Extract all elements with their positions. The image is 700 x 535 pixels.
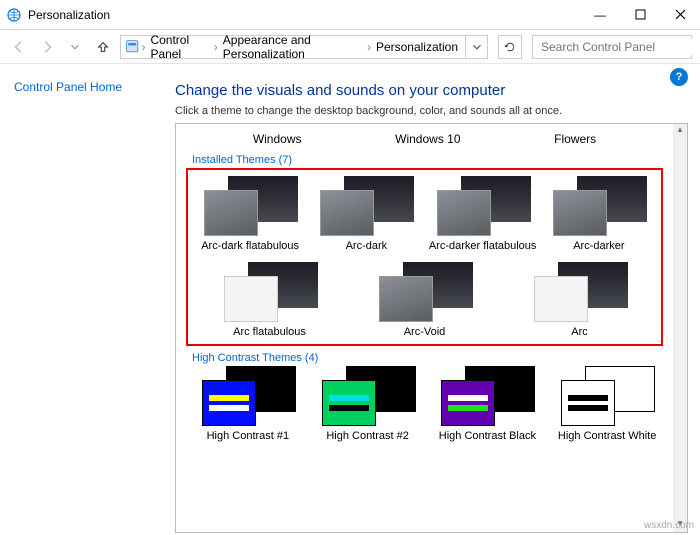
- close-button[interactable]: [660, 0, 700, 30]
- chevron-right-icon: ›: [141, 40, 145, 54]
- page-subtitle: Click a theme to change the desktop back…: [175, 105, 688, 117]
- page-title: Change the visuals and sounds on your co…: [175, 82, 688, 99]
- hc-theme-item[interactable]: High Contrast White: [551, 366, 663, 442]
- highlighted-themes-box: Arc-dark flatabulous Arc-dark Arc-darker f…: [186, 168, 663, 346]
- breadcrumb[interactable]: Control Panel: [147, 33, 211, 61]
- theme-thumb: [530, 262, 630, 322]
- hc-themes-label: High Contrast Themes (4): [192, 352, 673, 364]
- theme-item[interactable]: Arc-darker: [545, 176, 653, 252]
- scrollbar[interactable]: ▴ ▾: [673, 124, 687, 532]
- hc-theme-name: High Contrast #1: [207, 430, 290, 442]
- installed-themes-label: Installed Themes (7): [192, 154, 673, 166]
- minimize-button[interactable]: —: [580, 0, 620, 30]
- sidebar: Control Panel Home: [0, 64, 175, 535]
- watermark: wsxdn.com: [644, 520, 694, 531]
- theme-thumb: [375, 262, 475, 322]
- theme-name: Arc-dark: [346, 240, 388, 252]
- control-panel-icon: [125, 38, 139, 56]
- theme-item[interactable]: Arc-Void: [351, 262, 498, 338]
- back-button[interactable]: [8, 36, 30, 58]
- theme-name: Arc-Void: [404, 326, 446, 338]
- titlebar: Personalization —: [0, 0, 700, 30]
- hc-theme-name: High Contrast Black: [439, 430, 536, 442]
- theme-name: Arc-darker: [573, 240, 624, 252]
- theme-thumb: [549, 176, 649, 236]
- maximize-button[interactable]: [620, 0, 660, 30]
- category-windows[interactable]: Windows: [249, 130, 306, 148]
- navbar: › Control Panel › Appearance and Persona…: [0, 30, 700, 64]
- themes-pane: Windows Windows 10 Flowers Installed The…: [175, 123, 688, 533]
- search-box[interactable]: [532, 35, 692, 59]
- theme-thumb: [316, 176, 416, 236]
- theme-item[interactable]: Arc flatabulous: [196, 262, 343, 338]
- theme-name: Arc-dark flatabulous: [201, 240, 299, 252]
- category-flowers[interactable]: Flowers: [550, 130, 600, 148]
- hc-thumb: [318, 366, 418, 426]
- control-panel-home-link[interactable]: Control Panel Home: [14, 80, 122, 94]
- help-icon[interactable]: ?: [670, 68, 688, 86]
- window-title: Personalization: [28, 8, 110, 22]
- hc-thumb: [557, 366, 657, 426]
- hc-theme-name: High Contrast #2: [326, 430, 409, 442]
- theme-name: Arc-darker flatabulous: [429, 240, 537, 252]
- theme-name: Arc: [571, 326, 588, 338]
- category-windows10[interactable]: Windows 10: [391, 130, 464, 148]
- up-button[interactable]: [92, 36, 114, 58]
- theme-item[interactable]: Arc-dark: [312, 176, 420, 252]
- theme-name: Arc flatabulous: [233, 326, 306, 338]
- theme-item[interactable]: Arc-dark flatabulous: [196, 176, 304, 252]
- category-row: Windows Windows 10 Flowers: [176, 124, 673, 148]
- recent-button[interactable]: [64, 36, 86, 58]
- hc-thumb: [198, 366, 298, 426]
- main-content: Change the visuals and sounds on your co…: [175, 64, 700, 535]
- hc-thumb: [437, 366, 537, 426]
- search-input[interactable]: [539, 39, 698, 55]
- address-dropdown[interactable]: [466, 35, 488, 59]
- forward-button[interactable]: [36, 36, 58, 58]
- hc-theme-item[interactable]: High Contrast Black: [432, 366, 544, 442]
- theme-thumb: [433, 176, 533, 236]
- theme-item[interactable]: Arc-darker flatabulous: [429, 176, 537, 252]
- hc-theme-item[interactable]: High Contrast #1: [192, 366, 304, 442]
- hc-theme-name: High Contrast White: [558, 430, 656, 442]
- breadcrumb[interactable]: Personalization: [373, 40, 461, 54]
- theme-thumb: [200, 176, 300, 236]
- theme-item[interactable]: Arc: [506, 262, 653, 338]
- chevron-right-icon: ›: [367, 40, 371, 54]
- scroll-up-icon[interactable]: ▴: [678, 124, 683, 138]
- refresh-button[interactable]: [498, 35, 522, 59]
- chevron-right-icon: ›: [214, 40, 218, 54]
- breadcrumb[interactable]: Appearance and Personalization: [220, 33, 365, 61]
- app-icon: [6, 7, 22, 23]
- address-bar[interactable]: › Control Panel › Appearance and Persona…: [120, 35, 466, 59]
- hc-theme-item[interactable]: High Contrast #2: [312, 366, 424, 442]
- theme-thumb: [220, 262, 320, 322]
